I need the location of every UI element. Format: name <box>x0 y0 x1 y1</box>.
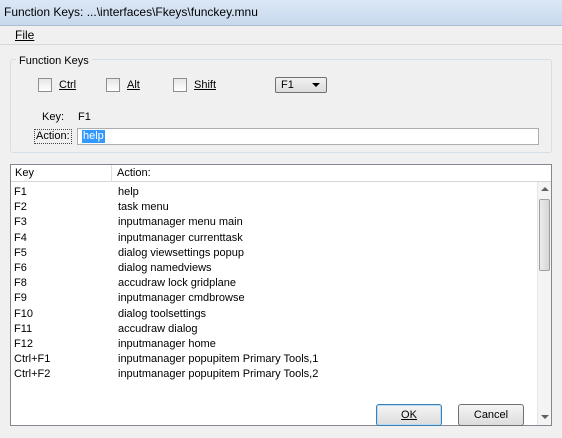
list-item-key: F1 <box>14 186 27 198</box>
vertical-scrollbar[interactable] <box>537 182 551 425</box>
group-label: Function Keys <box>16 55 92 67</box>
list-item[interactable]: F12 inputmanager home <box>11 337 537 352</box>
list-item-action: task menu <box>118 201 169 214</box>
list-header: Key Action: <box>11 165 551 182</box>
list-item[interactable]: F4 inputmanager currenttask <box>11 231 537 246</box>
ok-button-label: OK <box>401 409 417 421</box>
list-item-action: accudraw dialog <box>118 322 198 335</box>
list-item-key: F2 <box>14 201 27 214</box>
key-label: Key: <box>42 111 65 123</box>
shift-checkbox[interactable]: Shift <box>173 78 216 92</box>
function-key-select[interactable]: F1 <box>275 77 327 93</box>
title-bar: Function Keys: ...\interfaces\Fkeys\func… <box>0 0 562 26</box>
scrollbar-thumb[interactable] <box>539 199 550 271</box>
list-item-key: F6 <box>14 262 27 274</box>
alt-label: Alt <box>127 79 140 91</box>
key-value: F1 <box>78 111 91 123</box>
list-item-action: help <box>118 186 139 198</box>
list-item-key: F11 <box>14 322 33 335</box>
cancel-button[interactable]: Cancel <box>458 404 524 426</box>
cancel-button-label: Cancel <box>473 409 509 421</box>
list-item-key: Ctrl+F2 <box>14 368 51 381</box>
action-input[interactable]: help <box>77 128 539 145</box>
list-item[interactable]: F9 inputmanager cmdbrowse <box>11 291 537 306</box>
list-item-key: F4 <box>14 231 27 244</box>
ctrl-checkbox-box[interactable] <box>38 78 52 92</box>
alt-checkbox-box[interactable] <box>106 78 120 92</box>
list-item[interactable]: F6 dialog namedviews <box>11 261 537 276</box>
dialog-client: Function Keys Ctrl Alt Shift F1 Key: F1 … <box>0 45 562 438</box>
scroll-down-arrow-icon[interactable] <box>538 410 551 425</box>
list-item[interactable]: F10 dialog toolsettings <box>11 307 537 322</box>
list-item-key: F3 <box>14 216 27 229</box>
window-title: Function Keys: ...\interfaces\Fkeys\func… <box>4 5 258 19</box>
list-item[interactable]: Ctrl+F1 inputmanager popupitem Primary To… <box>11 352 537 367</box>
list-item-action: inputmanager popupitem Primary Tools,1 <box>118 353 319 366</box>
column-header-key[interactable]: Key <box>15 167 34 179</box>
list-item-action: inputmanager popupitem Primary Tools,2 <box>118 368 319 381</box>
ok-button[interactable]: OK <box>376 404 442 426</box>
list-item[interactable]: F3 inputmanager menu main <box>11 215 537 230</box>
list-item-action: dialog viewsettings popup <box>118 246 244 259</box>
function-key-select-value: F1 <box>281 79 294 91</box>
list-item-key: F8 <box>14 277 27 290</box>
list-item[interactable]: F11 accudraw dialog <box>11 322 537 337</box>
menu-file[interactable]: File <box>13 28 36 42</box>
column-header-action[interactable]: Action: <box>117 167 151 179</box>
shift-label: Shift <box>194 79 217 91</box>
list-item[interactable]: F2 task menu <box>11 200 537 215</box>
list-item-action: accudraw lock gridplane <box>118 277 237 290</box>
list-item-key: F5 <box>14 246 27 259</box>
menu-bar: File <box>0 26 562 45</box>
list-item-key: F9 <box>14 292 27 305</box>
function-keys-list[interactable]: Key Action: F1 help F2 task menu F3 inputmana… <box>10 164 552 426</box>
action-label: Action: <box>34 129 72 144</box>
chevron-down-icon[interactable] <box>312 83 320 87</box>
list-item-action: inputmanager currenttask <box>118 231 243 244</box>
action-input-value[interactable]: help <box>82 130 105 143</box>
list-item-key: F12 <box>14 338 33 350</box>
list-item-action: inputmanager cmdbrowse <box>118 292 245 305</box>
ctrl-checkbox[interactable]: Ctrl <box>38 78 76 92</box>
list-item-key: Ctrl+F1 <box>14 353 51 366</box>
list-item-action: dialog toolsettings <box>118 307 207 320</box>
list-item-key: F10 <box>14 307 33 320</box>
list-item[interactable]: Ctrl+F2 inputmanager popupitem Primary To… <box>11 367 537 382</box>
list-item-action: dialog namedviews <box>118 262 212 274</box>
list-item[interactable]: F1 help <box>11 185 537 200</box>
list-item-action: inputmanager home <box>118 338 216 350</box>
column-separator[interactable] <box>111 165 112 182</box>
list-item[interactable]: F5 dialog viewsettings popup <box>11 246 537 261</box>
list-item-action: inputmanager menu main <box>118 216 243 229</box>
ctrl-label: Ctrl <box>59 79 77 91</box>
list-item[interactable]: F8 accudraw lock gridplane <box>11 276 537 291</box>
scroll-up-arrow-icon[interactable] <box>538 182 551 197</box>
shift-checkbox-box[interactable] <box>173 78 187 92</box>
alt-checkbox[interactable]: Alt <box>106 78 140 92</box>
